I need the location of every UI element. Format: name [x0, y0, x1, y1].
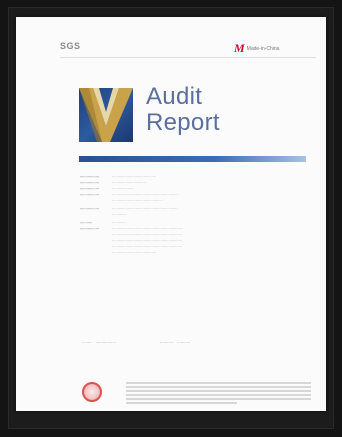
report-fields: ················· ·······················… — [80, 175, 320, 257]
field-row: ········································… — [112, 233, 183, 237]
field-row: ········································… — [112, 199, 163, 203]
report-title-line2: Report — [146, 109, 220, 136]
signature-line: ········ ················· ··········· ···… — [82, 341, 191, 345]
header-divider — [60, 57, 316, 58]
field-row: ············· — [112, 213, 127, 217]
field-row: ········································… — [80, 207, 178, 211]
sgs-logo: SGS — [60, 41, 81, 51]
field-row: ······································· — [112, 251, 157, 255]
seal-icon — [82, 382, 102, 402]
report-title-line1: Audit — [146, 83, 203, 110]
made-in-china-logo: M Made-in-China — [234, 41, 279, 56]
audit-report-sheet: SGS M Made-in-China Audit Report ·······… — [16, 17, 326, 411]
field-row: ········································… — [80, 181, 148, 185]
field-row: ········································… — [112, 239, 183, 243]
title-band — [79, 156, 306, 162]
field-row: ··········· ············· — [80, 221, 127, 225]
field-row: ········································… — [80, 227, 183, 231]
field-row: ········································… — [112, 245, 183, 249]
field-row: ········································… — [80, 193, 179, 197]
brand-mark: M — [234, 41, 245, 55]
field-row: ········································… — [80, 175, 157, 179]
audit-logo-icon — [79, 88, 133, 142]
fine-print — [126, 382, 311, 406]
brand-text: Made-in-China — [246, 45, 280, 52]
field-row: ················· ···················· — [80, 187, 135, 191]
